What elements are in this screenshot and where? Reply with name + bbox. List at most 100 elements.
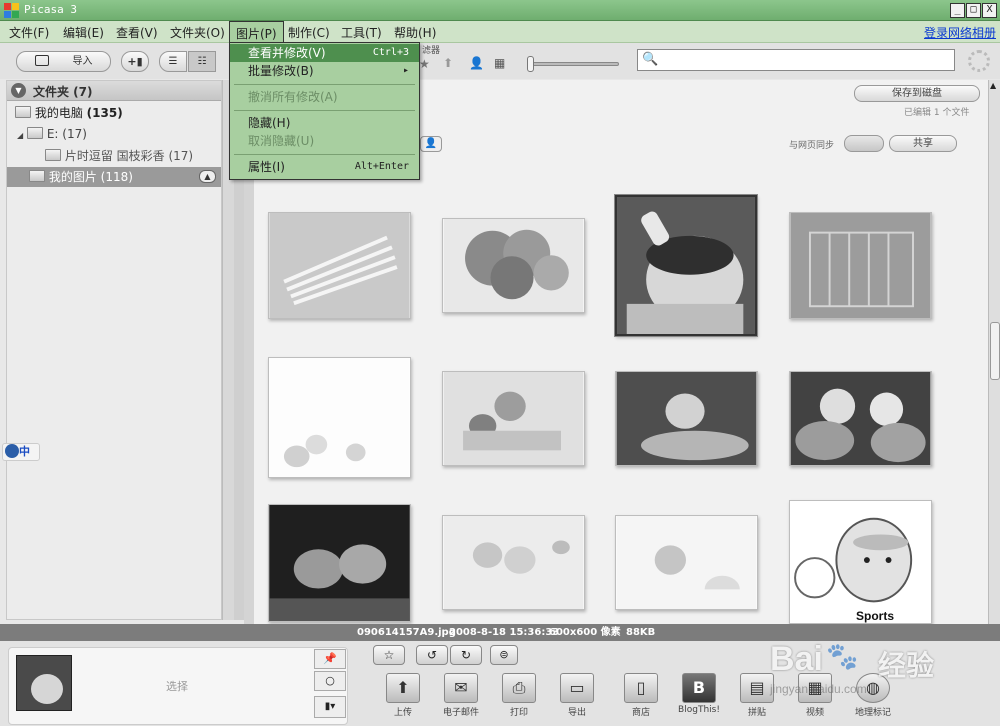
shop-tool[interactable]: ▯ 商店	[618, 673, 664, 718]
tree-item-my-pictures[interactable]: 我的图片 (118) ▲	[7, 167, 221, 187]
photo-thumbnail-4[interactable]	[789, 212, 932, 319]
people-filter-icon[interactable]: 👤	[469, 56, 484, 70]
thumbnail-image	[443, 372, 584, 465]
photo-thumbnail-11[interactable]	[615, 515, 758, 610]
export-tool[interactable]: ▭ 导出	[554, 673, 600, 718]
people-button[interactable]: 👤	[420, 136, 442, 152]
tool-label: 地理标记	[854, 708, 891, 718]
add-album-icon: +▮	[127, 55, 143, 68]
thumbnail-image	[269, 505, 410, 621]
filter-slider-track[interactable]	[529, 62, 619, 66]
save-to-disk-button[interactable]: 保存到磁盘	[854, 85, 980, 102]
menu-item-properties[interactable]: 属性(I) Alt+Enter	[230, 158, 419, 176]
tool-label: 商店	[631, 708, 650, 718]
ime-indicator[interactable]: 中	[2, 443, 40, 461]
photo-thumbnail-8[interactable]	[789, 371, 932, 466]
thumbnail-image	[617, 197, 755, 334]
image-folder-icon	[29, 170, 45, 182]
tray-select-label: 选择	[166, 680, 188, 693]
email-tool[interactable]: ✉ 电子邮件	[438, 673, 484, 718]
tag-icon: ⊜	[499, 648, 509, 661]
upload-filter-icon[interactable]: ⬆	[443, 56, 453, 70]
list-view-button[interactable]: ☰	[159, 51, 187, 72]
tree-item-album-folder[interactable]: 片时逗留 国枝彩香 (17)	[7, 146, 221, 166]
folder-icon	[15, 106, 31, 118]
movie-filter-icon[interactable]: ▦	[494, 56, 505, 70]
photo-thumbnail-9[interactable]	[268, 504, 411, 622]
menu-create[interactable]: 制作(C)	[288, 24, 330, 41]
photo-thumbnail-3-selected[interactable]	[614, 194, 758, 337]
star-button[interactable]: ☆	[373, 645, 405, 665]
tag-button[interactable]: ⊜	[490, 645, 518, 665]
photo-thumbnail-10[interactable]	[442, 515, 585, 610]
folder-header-label: 文件夹 (7)	[33, 85, 93, 99]
collapse-icon[interactable]: ▼	[11, 83, 26, 98]
tray-thumbnail[interactable]	[16, 655, 72, 711]
menu-item-unhide[interactable]: 取消隐藏(U)	[230, 132, 419, 150]
shop-icon: ▯	[624, 673, 658, 703]
album-menu-button[interactable]: ▮▾	[314, 696, 346, 718]
export-folder-icon: ▭	[560, 673, 594, 703]
tree-view-button[interactable]: ☷	[188, 51, 216, 72]
clear-button[interactable]: ○	[314, 671, 346, 691]
folder-header[interactable]: ▼ 文件夹 (7)	[7, 81, 221, 101]
photo-thumbnail-6[interactable]	[442, 371, 585, 466]
tree-icon: ☷	[197, 56, 207, 67]
upload-arrow-icon[interactable]: ▲	[199, 170, 216, 183]
add-to-album-button[interactable]: +▮	[121, 51, 149, 72]
star-filter-icon[interactable]: ★	[419, 57, 430, 71]
menu-edit[interactable]: 编辑(E)	[63, 24, 104, 41]
menu-item-view-edit[interactable]: 查看并修改(V) Ctrl+3	[230, 44, 419, 62]
tree-item-label: E:	[46, 127, 59, 141]
photo-thumbnail-12[interactable]: Sports	[789, 500, 932, 624]
menu-item-hide[interactable]: 隐藏(H)	[230, 114, 419, 132]
pin-button[interactable]: 📌	[314, 649, 346, 669]
menu-help[interactable]: 帮助(H)	[394, 24, 436, 41]
circle-icon: ○	[325, 674, 335, 687]
library-scrollbar[interactable]: ▲	[988, 80, 1000, 624]
sync-toggle[interactable]	[844, 135, 884, 152]
menu-item-undo-all[interactable]: 撤消所有修改(A)	[230, 88, 419, 106]
menu-folder[interactable]: 文件夹(O)	[170, 24, 225, 41]
status-filesize: 88KB	[626, 627, 656, 638]
tool-label: BlogThis!	[678, 705, 720, 715]
menu-picture[interactable]: 图片(P)	[229, 21, 284, 43]
rotate-right-icon: ↻	[460, 648, 472, 662]
print-tool[interactable]: ⎙ 打印	[496, 673, 542, 718]
rotate-left-button[interactable]: ↺	[416, 645, 448, 665]
search-input[interactable]: 🔍	[637, 49, 955, 71]
share-button[interactable]: 共享	[889, 135, 957, 152]
tree-item-my-computer[interactable]: 我的电脑 (135)	[7, 103, 221, 123]
blogthis-tool[interactable]: B BlogThis!	[676, 673, 722, 715]
minimize-button[interactable]: _	[950, 3, 965, 18]
photo-thumbnail-1[interactable]	[268, 212, 411, 319]
pin-icon: 📌	[323, 652, 337, 665]
tool-label: 拼贴	[747, 708, 766, 718]
menu-item-batch-edit[interactable]: 批量修改(B) ▸	[230, 62, 419, 80]
printer-icon: ⎙	[502, 673, 536, 703]
tool-label: 电子邮件	[442, 708, 479, 718]
menu-tools[interactable]: 工具(T)	[341, 24, 382, 41]
photo-thumbnail-2[interactable]	[442, 218, 585, 313]
close-button[interactable]: X	[982, 3, 997, 18]
rotate-right-button[interactable]: ↻	[450, 645, 482, 665]
menu-separator	[234, 84, 415, 85]
maximize-button[interactable]: □	[966, 3, 981, 18]
photo-thumbnail-7[interactable]	[615, 371, 758, 466]
menu-file[interactable]: 文件(F)	[9, 24, 49, 41]
upload-tool[interactable]: ⬆ 上传	[380, 673, 426, 718]
thumbnail-image	[616, 516, 757, 609]
status-dimensions: 600x600 像素	[549, 627, 621, 638]
scroll-up-icon[interactable]: ▲	[990, 81, 996, 90]
filter-slider-handle[interactable]	[527, 56, 534, 72]
tree-item-drive-e[interactable]: ◢ E: (17)	[7, 124, 221, 144]
menu-view[interactable]: 查看(V)	[116, 24, 158, 41]
expand-arrow-icon[interactable]: ◢	[17, 131, 23, 140]
scroll-thumb[interactable]	[990, 322, 1000, 380]
submenu-arrow-icon: ▸	[402, 65, 409, 76]
tree-item-count: (135)	[86, 106, 123, 120]
import-button[interactable]: 导入	[16, 51, 111, 72]
photo-thumbnail-5[interactable]	[268, 357, 411, 478]
import-label: 导入	[72, 56, 93, 67]
login-web-albums-link[interactable]: 登录网络相册	[924, 24, 996, 41]
